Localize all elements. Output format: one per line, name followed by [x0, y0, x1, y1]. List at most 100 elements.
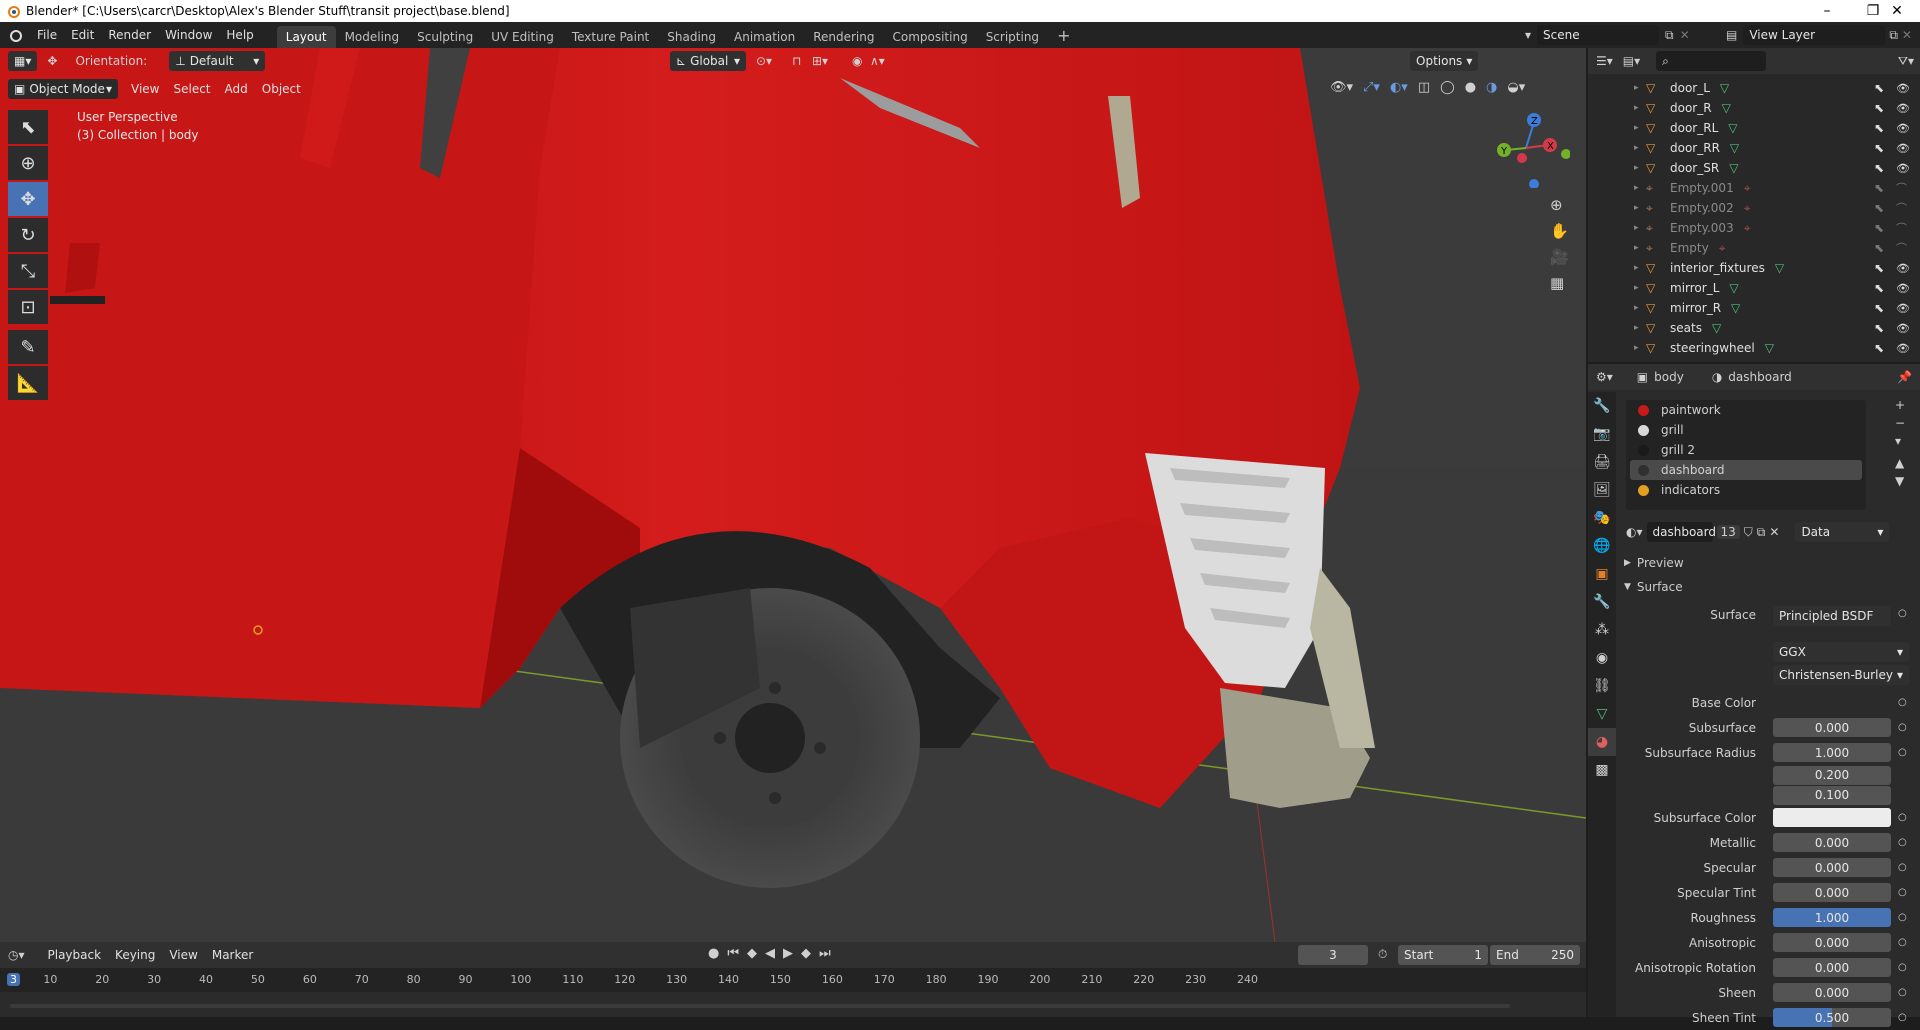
cursor-icon[interactable]: ⊕ [8, 146, 48, 180]
timeline-scrollbar[interactable] [10, 1004, 1510, 1008]
select-toggle-icon[interactable]: ⬉ [1874, 141, 1884, 155]
distribution-dropdown[interactable]: GGX ▾ [1773, 642, 1909, 662]
measure-icon[interactable]: 📐 [8, 366, 48, 400]
outliner-row[interactable]: ▸ ▽ door_RL ▽ ⬉ 👁 [1588, 118, 1920, 138]
filter-icon[interactable]: ⛛▾ [1898, 54, 1914, 69]
jump-start-icon[interactable]: ⏮ [727, 946, 739, 961]
user-count[interactable]: 13 [1716, 525, 1740, 539]
value-field[interactable]: 1.000 [1773, 743, 1891, 762]
expand-icon[interactable]: ▸ [1634, 223, 1646, 233]
viewport-menu-view[interactable]: View [124, 78, 166, 100]
eye-closed-icon[interactable]: ⌒ [1896, 200, 1907, 216]
jump-end-icon[interactable]: ⏭ [819, 946, 831, 961]
outliner-row[interactable]: ▸ ⌖ Empty.001 ⌖ ⬉ ⌒ [1588, 178, 1920, 198]
delete-view-layer-icon[interactable]: ✕ [1902, 28, 1912, 42]
outliner-search-input[interactable]: ⌕ [1656, 51, 1767, 71]
select-toggle-icon[interactable]: ⬉ [1874, 341, 1884, 355]
tab-layout[interactable]: Layout [276, 26, 336, 48]
expand-icon[interactable]: ▸ [1634, 243, 1646, 253]
transform-icon[interactable]: ⊡ [8, 290, 48, 324]
move-down-icon[interactable]: ▼ [1895, 474, 1905, 488]
eye-icon[interactable]: 👁 [1896, 282, 1910, 295]
editor-type-button[interactable]: ▦▾ [8, 51, 38, 71]
camera-icon[interactable]: 🎥 [1550, 248, 1569, 266]
object-tab-icon[interactable]: ▣ [1588, 560, 1616, 588]
solid-shading-icon[interactable]: ● [1465, 80, 1476, 95]
unlink-material-icon[interactable]: ✕ [1769, 525, 1779, 539]
texture-tab-icon[interactable]: ▩ [1588, 756, 1616, 784]
expand-icon[interactable]: ▸ [1634, 343, 1646, 353]
link-dropdown[interactable]: Data ▾ [1795, 522, 1890, 542]
transform-orientation-dropdown[interactable]: ⊾ Global ▾ [670, 51, 746, 71]
view-layer-icon[interactable]: ▤ [1726, 28, 1737, 42]
eye-closed-icon[interactable]: ⌒ [1896, 180, 1907, 196]
material-shading-icon[interactable]: ◑ [1486, 80, 1497, 95]
menu-file[interactable]: File [30, 22, 64, 48]
eye-icon[interactable]: 👁 [1896, 322, 1910, 335]
annotate-icon[interactable]: ✎ [8, 330, 48, 364]
select-toggle-icon[interactable]: ⬉ [1874, 221, 1884, 235]
pin-icon[interactable]: 📌 [1897, 370, 1912, 384]
blender-menu-icon[interactable] [0, 28, 30, 42]
socket-icon[interactable]: ○ [1898, 887, 1907, 898]
expand-icon[interactable]: ▸ [1634, 323, 1646, 333]
xray-icon[interactable]: ◫ [1418, 80, 1430, 95]
value-field[interactable]: 1.000 [1773, 908, 1891, 927]
scene-field[interactable]: Scene [1537, 25, 1660, 45]
current-frame-marker[interactable]: 3 [7, 973, 20, 986]
tab-uv-editing[interactable]: UV Editing [482, 26, 563, 48]
pivot-icon[interactable]: ⊙▾ [756, 54, 772, 68]
timeline-track[interactable] [0, 992, 1586, 1017]
play-icon[interactable]: ▶ [783, 946, 793, 961]
tab-texture-paint[interactable]: Texture Paint [563, 26, 658, 48]
timeline-menu-marker[interactable]: Marker [205, 942, 260, 968]
subsurface-method-dropdown[interactable]: Christensen-Burley ▾ [1773, 665, 1909, 685]
material-slot-item[interactable]: indicators [1630, 480, 1862, 500]
eye-icon[interactable]: 👁 [1896, 122, 1910, 135]
eye-icon[interactable]: 👁 [1896, 102, 1910, 115]
expand-icon[interactable]: ▸ [1634, 203, 1646, 213]
select-toggle-icon[interactable]: ⬉ [1874, 181, 1884, 195]
timeline-ruler[interactable]: 3 10 20 30 40 50 60 70 80 90 100 110 120 130 140 150 160… [0, 968, 1586, 992]
material-slot-item[interactable]: grill 2 [1630, 440, 1862, 460]
scale-icon[interactable]: ⤡ [8, 254, 48, 288]
new-view-layer-icon[interactable]: ⧉ [1889, 28, 1898, 43]
outliner-row[interactable]: ▸ ⌖ Empty.002 ⌖ ⬉ ⌒ [1588, 198, 1920, 218]
end-frame-field[interactable]: End 250 [1490, 945, 1580, 965]
display-mode-icon[interactable]: ▤▾ [1623, 54, 1640, 68]
snap-target-icon[interactable]: ⊞▾ [812, 54, 828, 68]
outliner-row[interactable]: ▸ ▽ steeringwheel ▽ ⬉ 👁 [1588, 338, 1920, 358]
value-field[interactable]: 0.000 [1773, 983, 1891, 1002]
move-icon[interactable]: ✥ [8, 182, 48, 216]
falloff-icon[interactable]: ∧▾ [870, 54, 885, 68]
select-toggle-icon[interactable]: ⬉ [1874, 281, 1884, 295]
socket-icon[interactable]: ○ [1898, 937, 1907, 948]
expand-icon[interactable]: ▸ [1634, 163, 1646, 173]
socket-icon[interactable]: ○ [1898, 812, 1907, 823]
menu-render[interactable]: Render [101, 22, 158, 48]
add-workspace-button[interactable]: + [1048, 24, 1079, 46]
socket-icon[interactable]: ○ [1898, 608, 1907, 619]
expand-icon[interactable]: ▸ [1634, 303, 1646, 313]
grid-perspective-icon[interactable]: ▦ [1550, 274, 1569, 292]
menu-help[interactable]: Help [219, 22, 260, 48]
navigation-gizmo[interactable]: Z X Y [1490, 108, 1570, 188]
outliner-row[interactable]: ▸ ▽ door_L ▽ ⬉ 👁 [1588, 78, 1920, 98]
select-toggle-icon[interactable]: ⬉ [1874, 241, 1884, 255]
outliner-row[interactable]: ▸ ▽ interior_fixtures ▽ ⬉ 👁 [1588, 258, 1920, 278]
tab-sculpting[interactable]: Sculpting [408, 26, 482, 48]
eye-icon[interactable]: 👁 [1896, 82, 1910, 95]
value-field[interactable]: 0.200 [1773, 765, 1891, 785]
new-scene-icon[interactable]: ⧉ [1665, 28, 1674, 43]
expand-icon[interactable]: ▸ [1634, 83, 1646, 93]
viewport-3d[interactable] [0, 48, 1586, 942]
tab-modeling[interactable]: Modeling [336, 26, 409, 48]
select-box-icon[interactable]: ⬉ [8, 110, 48, 144]
expand-icon[interactable]: ▸ [1634, 283, 1646, 293]
snap-icon[interactable]: ⊓ [792, 54, 801, 68]
world-tab-icon[interactable]: 🌐 [1588, 532, 1616, 560]
rendered-shading-icon[interactable]: ◒▾ [1507, 80, 1525, 95]
viewport-menu-select[interactable]: Select [166, 78, 217, 100]
select-toggle-icon[interactable]: ⬉ [1874, 121, 1884, 135]
socket-icon[interactable]: ○ [1898, 987, 1907, 998]
